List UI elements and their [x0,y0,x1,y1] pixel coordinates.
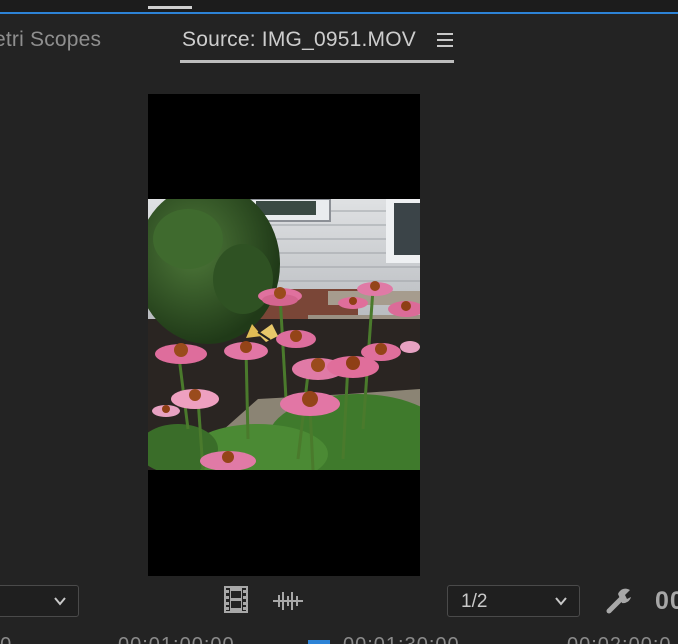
playback-resolution-dropdown[interactable]: 1/2 [447,585,580,617]
ruler-label: 00 [0,634,12,644]
hamburger-icon[interactable] [437,33,454,49]
film-strip-icon[interactable] [224,586,248,613]
ruler-label: 00:01:30:00 [343,634,460,644]
tab-lumetri-scopes[interactable]: etri Scopes [0,28,101,52]
wrench-icon[interactable] [604,586,634,616]
audio-waveform-icon[interactable] [273,591,303,611]
panel-tab-bar: etri Scopes Source: IMG_0951.MOV [0,14,678,64]
chevron-down-icon [555,597,567,606]
playhead[interactable] [308,640,330,644]
zoom-level-dropdown[interactable] [0,585,79,617]
ruler-label: 00:01:00:00 [118,634,235,644]
workspace-active-marker [148,6,192,9]
timecode-display[interactable]: 00 [655,587,678,616]
time-ruler[interactable]: 00 00:01:00:00 00:01:30:00 00:02:00:0 [0,630,678,644]
tab-source[interactable]: Source: IMG_0951.MOV [182,28,416,52]
chevron-down-icon [54,597,66,606]
source-monitor-panel: etri Scopes Source: IMG_0951.MOV 1/2 00 [0,0,678,644]
ruler-label: 00:02:00:0 [567,634,672,644]
video-preview[interactable] [148,94,420,576]
active-tab-underline [180,60,454,63]
playback-resolution-value: 1/2 [461,591,488,612]
video-frame-image [148,199,420,470]
